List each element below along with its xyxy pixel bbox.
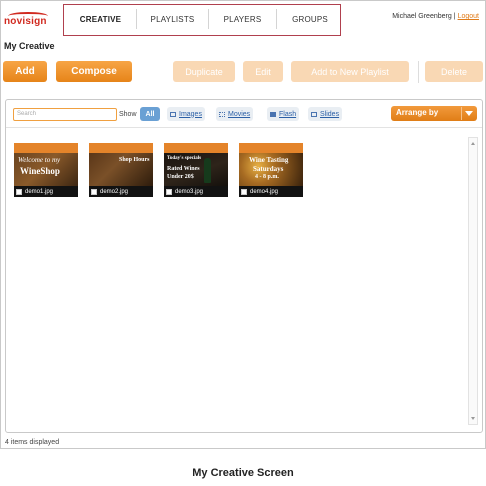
toolbar-divider [418, 61, 419, 83]
page-title: My Creative [4, 41, 55, 51]
nav-tab-players[interactable]: PLAYERS [209, 9, 277, 29]
item-header-bar [239, 143, 303, 153]
items-count-status: 4 items displayed [5, 439, 60, 446]
item-filename: demo1.jpg [25, 188, 54, 195]
item-caption: demo4.jpg [239, 186, 303, 197]
duplicate-button[interactable]: Duplicate [173, 61, 235, 82]
logout-link[interactable]: Logout [458, 13, 479, 20]
vertical-scrollbar[interactable] [468, 137, 478, 425]
creative-item[interactable]: Welcome to my WineShop demo1.jpg [14, 143, 78, 197]
filter-images-label: Images [179, 110, 202, 118]
slides-icon [311, 111, 317, 117]
filter-slides[interactable]: Slides [308, 107, 343, 121]
preview-text: Wine Tasting [249, 156, 289, 164]
compose-button[interactable]: Compose [56, 61, 132, 82]
wine-bottle-icon [204, 158, 211, 183]
item-checkbox[interactable] [166, 188, 172, 195]
preview-text: Shop Hours [119, 157, 150, 163]
item-caption: demo3.jpg [164, 186, 228, 197]
delete-button[interactable]: Delete [425, 61, 483, 82]
filter-bar: Search Show All Images Movies Flash Slid… [6, 100, 482, 128]
top-bar: novisign CREATIVE PLAYLISTS PLAYERS GROU… [1, 1, 485, 36]
movie-icon [219, 111, 225, 117]
item-filename: demo4.jpg [250, 188, 279, 195]
edit-button[interactable]: Edit [243, 61, 283, 82]
show-label: Show [119, 111, 137, 118]
scroll-up-icon[interactable] [471, 142, 475, 145]
arrange-by-dropdown[interactable]: Arrange by [391, 106, 477, 121]
preview-text: Today's specials [167, 156, 202, 161]
filter-flash[interactable]: Flash [267, 107, 300, 121]
item-preview-image: Today's specials Rated Wines Under 20$ [164, 153, 228, 186]
filter-flash-label: Flash [279, 110, 297, 118]
preview-text: WineShop [20, 166, 60, 176]
add-button[interactable]: Add [3, 61, 47, 82]
preview-text: Saturdays [253, 165, 284, 173]
preview-text: Under 20$ [167, 174, 194, 180]
creative-panel: Search Show All Images Movies Flash Slid… [5, 99, 483, 433]
filter-slides-label: Slides [320, 110, 340, 118]
item-preview-image: Shop Hours [89, 153, 153, 186]
item-header-bar [89, 143, 153, 153]
add-to-new-playlist-button[interactable]: Add to New Playlist [291, 61, 409, 82]
user-separator: | [453, 13, 456, 20]
creative-item[interactable]: Shop Hours demo2.jpg [89, 143, 153, 197]
image-icon [170, 111, 176, 117]
nav-tab-creative[interactable]: CREATIVE [65, 9, 137, 29]
arrange-by-label: Arrange by [396, 108, 439, 117]
item-checkbox[interactable] [16, 188, 22, 195]
item-caption: demo1.jpg [14, 186, 78, 197]
creative-item[interactable]: Today's specials Rated Wines Under 20$ d… [164, 143, 228, 197]
app-window: novisign CREATIVE PLAYLISTS PLAYERS GROU… [0, 0, 486, 449]
nav-tab-playlists[interactable]: PLAYLISTS [137, 9, 209, 29]
search-input[interactable]: Search [13, 108, 117, 121]
filter-movies-label: Movies [228, 110, 251, 118]
logo-text: novisign [4, 16, 47, 27]
item-checkbox[interactable] [241, 188, 247, 195]
item-preview-image: Wine Tasting Saturdays 4 - 8 p.m. [239, 153, 303, 186]
item-filename: demo3.jpg [175, 188, 204, 195]
item-checkbox[interactable] [91, 188, 97, 195]
user-area: Michael Greenberg | Logout [392, 13, 479, 20]
novisign-logo[interactable]: novisign [4, 11, 54, 31]
user-name: Michael Greenberg [392, 13, 452, 20]
preview-text: 4 - 8 p.m. [255, 174, 279, 180]
main-nav: CREATIVE PLAYLISTS PLAYERS GROUPS [65, 9, 343, 29]
filter-all[interactable]: All [140, 107, 160, 121]
item-preview-image: Welcome to my WineShop [14, 153, 78, 186]
item-filename: demo2.jpg [100, 188, 129, 195]
arrange-by-divider [461, 107, 462, 120]
chevron-down-icon [465, 111, 473, 116]
preview-text: Rated Wines [167, 166, 200, 172]
flash-icon [270, 111, 276, 117]
creative-item[interactable]: Wine Tasting Saturdays 4 - 8 p.m. demo4.… [239, 143, 303, 197]
scroll-down-icon[interactable] [471, 417, 475, 420]
item-header-bar [14, 143, 78, 153]
figure-caption: My Creative Screen [192, 467, 294, 479]
preview-text: Welcome to my [18, 156, 61, 164]
nav-tab-groups[interactable]: GROUPS [277, 9, 343, 29]
filter-images[interactable]: Images [167, 107, 205, 121]
filter-movies[interactable]: Movies [216, 107, 254, 121]
item-caption: demo2.jpg [89, 186, 153, 197]
item-header-bar [164, 143, 228, 153]
